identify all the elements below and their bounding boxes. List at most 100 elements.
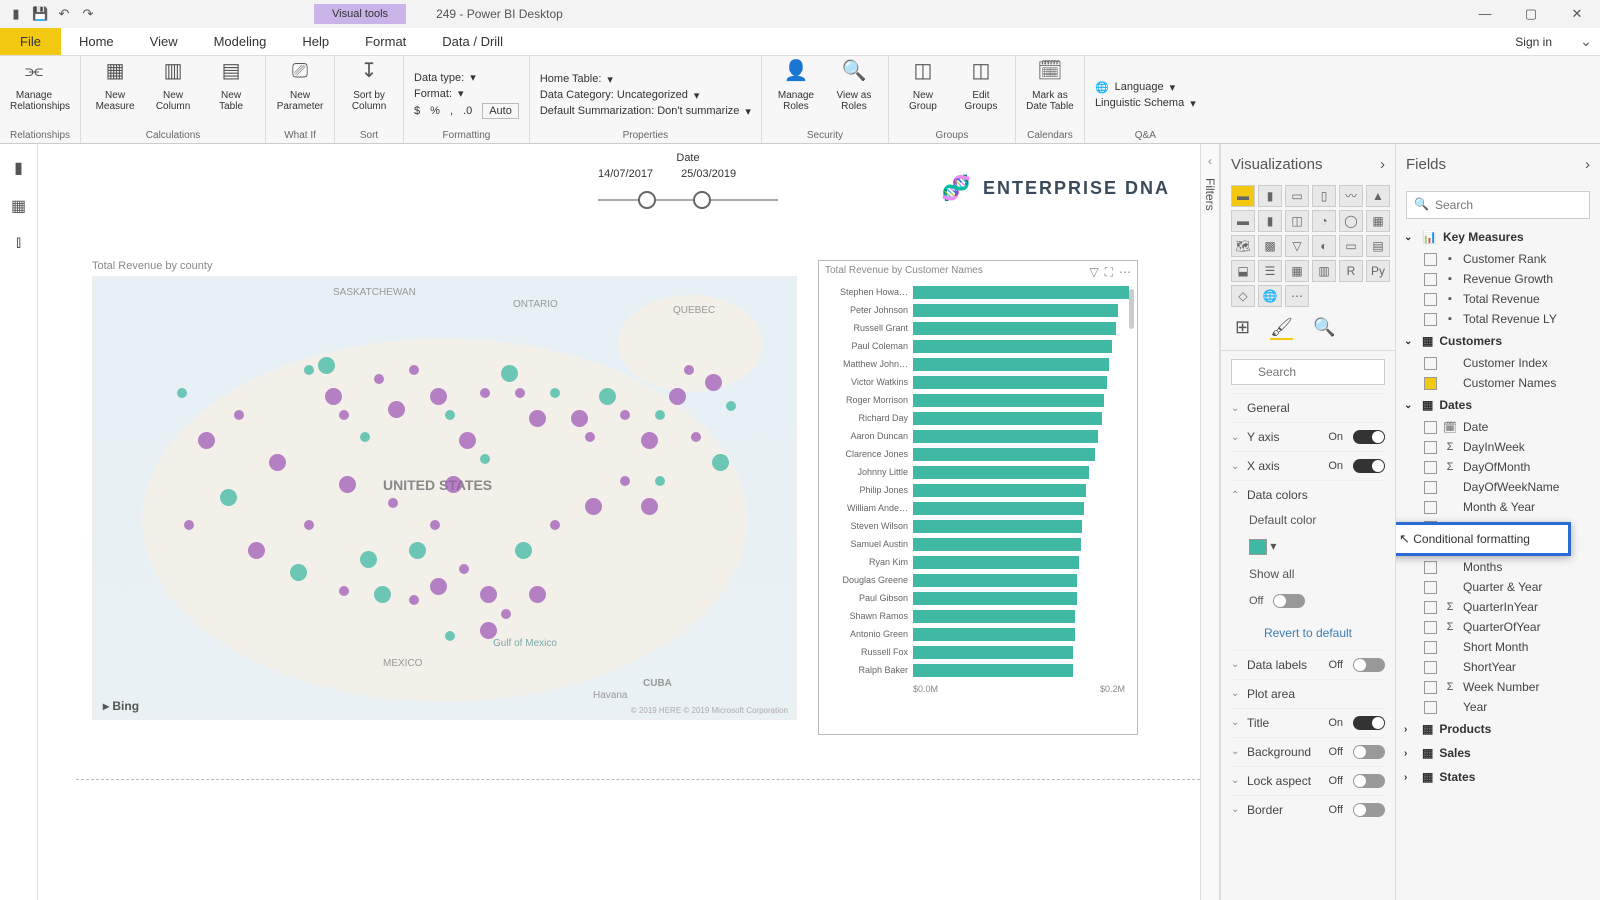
linguistic-schema-dropdown[interactable]: Linguistic Schema — [1095, 97, 1184, 109]
color-dropdown-icon[interactable]: ▾ — [1270, 539, 1276, 553]
bar-row[interactable]: Samuel Austin — [827, 536, 1129, 552]
default-color-swatch[interactable] — [1249, 539, 1267, 555]
globe-icon[interactable]: 🌐 — [1258, 285, 1282, 307]
area-chart-icon[interactable]: ▲ — [1366, 185, 1390, 207]
field-checkbox[interactable] — [1424, 253, 1437, 266]
bar-row[interactable]: Peter Johnson — [827, 302, 1129, 318]
minimize-icon[interactable]: — — [1462, 0, 1508, 28]
field-table[interactable]: ⌄▦Customers — [1402, 329, 1594, 353]
xaxis-toggle[interactable] — [1353, 459, 1385, 473]
field-item[interactable]: Months — [1402, 557, 1594, 577]
border-toggle[interactable] — [1353, 803, 1385, 817]
bar-row[interactable]: Aaron Duncan — [827, 428, 1129, 444]
showall-toggle[interactable] — [1273, 594, 1305, 608]
collapse-viz-icon[interactable]: › — [1380, 156, 1385, 173]
signin-link[interactable]: Sign in — [1495, 35, 1572, 49]
report-view-icon[interactable]: ▮ — [14, 158, 23, 178]
field-checkbox[interactable] — [1424, 357, 1437, 370]
percent-icon[interactable]: % — [430, 105, 440, 117]
date-slicer[interactable]: Date 14/07/2017 25/03/2019 — [598, 152, 778, 210]
datatype-dropdown[interactable]: ▾ — [470, 71, 476, 84]
format-general[interactable]: ⌄General — [1231, 393, 1385, 422]
treemap-icon[interactable]: ▦ — [1366, 210, 1390, 232]
auto-button[interactable]: Auto — [482, 103, 519, 119]
save-icon[interactable]: 💾 — [32, 6, 48, 22]
format-background[interactable]: ⌄BackgroundOff — [1231, 737, 1385, 766]
field-item[interactable]: Customer Names — [1402, 373, 1594, 393]
expand-filters-icon[interactable]: ‹ — [1208, 154, 1212, 168]
more-options-icon[interactable]: ⋯ — [1119, 265, 1131, 280]
new-measure-button[interactable]: ▦New Measure — [91, 60, 139, 130]
field-checkbox[interactable] — [1424, 461, 1437, 474]
format-data-colors[interactable]: ⌃Data colors — [1231, 480, 1385, 509]
field-checkbox[interactable] — [1424, 421, 1437, 434]
field-table[interactable]: ›▦Products — [1402, 717, 1594, 741]
sort-by-column-button[interactable]: ↧Sort by Column — [345, 60, 393, 130]
new-group-button[interactable]: ◫New Group — [899, 60, 947, 130]
map-canvas[interactable]: SASKATCHEWAN ONTARIO QUEBEC UNITED STATE… — [92, 276, 797, 720]
field-item[interactable]: ΣDayInWeek — [1402, 437, 1594, 457]
field-checkbox[interactable] — [1424, 501, 1437, 514]
field-item[interactable]: 🗓Date — [1402, 417, 1594, 437]
field-checkbox[interactable] — [1424, 621, 1437, 634]
bar-row[interactable]: Steven Wilson — [827, 518, 1129, 534]
edit-groups-button[interactable]: ◫Edit Groups — [957, 60, 1005, 130]
fields-search-input[interactable] — [1406, 191, 1590, 219]
field-item[interactable]: DayOfWeekName — [1402, 477, 1594, 497]
tab-home[interactable]: Home — [61, 28, 132, 55]
map-visual[interactable]: Total Revenue by county SASKATCHEWAN ONT… — [92, 260, 797, 725]
format-lock-aspect[interactable]: ⌄Lock aspectOff — [1231, 766, 1385, 795]
bar-row[interactable]: Paul Gibson — [827, 590, 1129, 606]
map-icon[interactable]: 🗺 — [1231, 235, 1255, 257]
stacked-column-icon[interactable]: ▮ — [1258, 185, 1282, 207]
format-data-labels[interactable]: ⌄Data labelsOff — [1231, 650, 1385, 679]
datalabels-toggle[interactable] — [1353, 658, 1385, 672]
field-table[interactable]: ⌄📊Key Measures — [1402, 225, 1594, 249]
field-item[interactable]: Short Month — [1402, 637, 1594, 657]
field-item[interactable]: ▪Total Revenue — [1402, 289, 1594, 309]
bar-row[interactable]: Russell Grant — [827, 320, 1129, 336]
analytics-icon[interactable]: 🔍 — [1313, 317, 1335, 340]
bar-row[interactable]: Victor Watkins — [827, 374, 1129, 390]
pie-chart-icon[interactable]: ◔ — [1312, 210, 1336, 232]
title-toggle[interactable] — [1353, 716, 1385, 730]
donut-chart-icon[interactable]: ◯ — [1339, 210, 1363, 232]
new-table-button[interactable]: ▤New Table — [207, 60, 255, 130]
gauge-icon[interactable]: ◐ — [1312, 235, 1336, 257]
bar-row[interactable]: Paul Coleman — [827, 338, 1129, 354]
field-item[interactable]: ΣDayOfMonth — [1402, 457, 1594, 477]
bar-row[interactable]: Philip Jones — [827, 482, 1129, 498]
stacked-bar-icon[interactable]: ▬ — [1231, 185, 1255, 207]
field-checkbox[interactable] — [1424, 581, 1437, 594]
help-chevron-icon[interactable]: ⌄ — [1572, 33, 1600, 50]
field-checkbox[interactable] — [1424, 273, 1437, 286]
tab-help[interactable]: Help — [284, 28, 347, 55]
format-title[interactable]: ⌄TitleOn — [1231, 708, 1385, 737]
format-border[interactable]: ⌄BorderOff — [1231, 795, 1385, 824]
collapse-fields-icon[interactable]: › — [1585, 156, 1590, 173]
clustered-bar-icon[interactable]: ▭ — [1285, 185, 1309, 207]
maximize-icon[interactable]: ▢ — [1508, 0, 1554, 28]
tab-modeling[interactable]: Modeling — [196, 28, 285, 55]
field-item[interactable]: ▪Customer Rank — [1402, 249, 1594, 269]
filled-map-icon[interactable]: ▩ — [1258, 235, 1282, 257]
manage-relationships-button[interactable]: ⫘Manage Relationships — [10, 60, 58, 130]
field-checkbox[interactable] — [1424, 293, 1437, 306]
new-column-button[interactable]: ▥New Column — [149, 60, 197, 130]
bar-row[interactable]: Ralph Baker — [827, 662, 1129, 678]
tab-format[interactable]: Format — [347, 28, 424, 55]
format-dropdown[interactable]: ▾ — [458, 87, 464, 100]
field-item[interactable]: Quarter & Year — [1402, 577, 1594, 597]
field-checkbox[interactable] — [1424, 313, 1437, 326]
multi-card-icon[interactable]: ▤ — [1366, 235, 1390, 257]
matrix-icon[interactable]: ▥ — [1312, 260, 1336, 282]
slider-thumb-end[interactable] — [693, 191, 711, 209]
bar-row[interactable]: Stephen Howa… — [827, 284, 1129, 300]
field-item[interactable]: ΣQuarterOfYear — [1402, 617, 1594, 637]
field-item[interactable]: ShortYear — [1402, 657, 1594, 677]
bar-row[interactable]: Ryan Kim — [827, 554, 1129, 570]
bar-chart-visual[interactable]: Total Revenue by Customer Names ▽ ⛶ ⋯ St… — [818, 260, 1138, 735]
mark-date-table-button[interactable]: 🗓Mark as Date Table — [1026, 60, 1074, 130]
field-checkbox[interactable] — [1424, 377, 1437, 390]
field-item[interactable]: ΣQuarterInYear — [1402, 597, 1594, 617]
